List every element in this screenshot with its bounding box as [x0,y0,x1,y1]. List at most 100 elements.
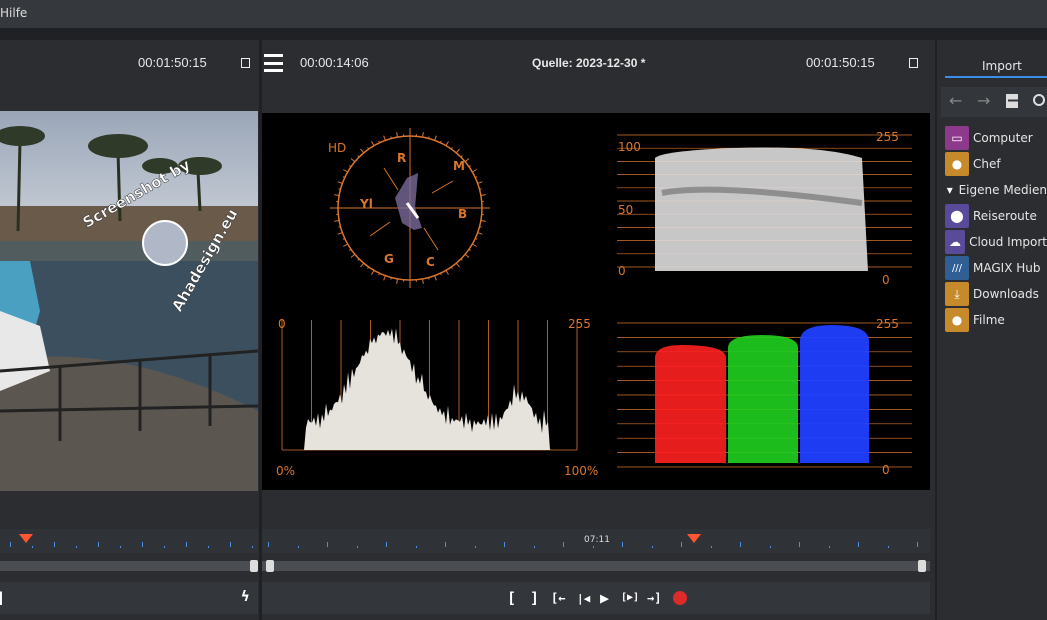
program-monitor-video[interactable]: Screenshot by Ahadesign.eu [0,111,258,491]
ruler-tick [593,546,594,548]
program-playhead-marker[interactable] [19,534,33,543]
fullscreen-left-button[interactable] [241,58,250,68]
ruler-time-label: 07:11 [584,535,610,545]
graticule-line [391,278,392,280]
ruler-tick [829,546,830,548]
parade-tick-0: 0 [882,463,890,477]
program-duration: 00:01:50:15 [138,55,207,70]
ruler-tick [120,546,121,548]
waveform-tick-right-0: 0 [882,273,890,287]
tab-import[interactable]: Import [982,59,1022,73]
ruler-tick [475,546,476,548]
sidebar-item[interactable]: ● Filme [945,308,1047,332]
graticule-line [372,141,375,145]
source-title: Quelle: 2023-12-30 * [532,56,645,70]
graticule-line [339,189,341,190]
graticule-line [361,263,364,267]
graticule-line [456,263,459,267]
ruler-tick [504,542,505,547]
graticule-line [429,278,430,280]
go-to-out-button[interactable]: →] [647,591,661,605]
menu-help[interactable]: Hilfe [0,6,27,20]
waveform-tick-50: 50 [618,203,633,217]
source-controls [262,582,930,614]
sidebar-item[interactable]: ⬤ Reiseroute [945,204,1047,228]
ruler-tick [357,546,358,548]
graticule-line [391,137,392,139]
ruler-tick [740,542,741,547]
ruler-tick [445,542,446,547]
go-to-in-button[interactable]: [← [551,591,565,605]
ruler-tick [917,542,918,547]
graticule-line [461,259,462,260]
parade-blue [800,325,869,463]
histogram-label-0: 0 [278,317,286,331]
ruler-tick [164,546,165,548]
source-scroll-handle-left[interactable] [266,560,274,572]
graticule-line [358,156,359,157]
ruler-tick [858,542,859,547]
mark-out-button[interactable]: ] [530,589,539,607]
vectorscope-target-c: C [426,255,435,269]
location-pin-icon: ⬤ [945,204,969,228]
active-tab-indicator [945,76,1047,78]
sidebar-item[interactable]: ▭ Computer [945,126,1047,150]
parade-green [728,335,798,463]
ruler-tick [386,542,387,547]
ruler-tick [681,542,682,547]
ruler-tick [268,542,269,547]
vectorscope-target-r: R [397,151,406,165]
cloud-icon: ☁ [945,230,965,254]
ruler-tick [10,542,11,547]
program-scrollbar[interactable] [0,561,258,571]
previous-frame-button[interactable]: |◀ [577,592,590,605]
vectorscope-target-b: B [458,207,467,221]
graticule-line [429,137,430,139]
program-ruler[interactable] [0,529,258,553]
play-button[interactable]: ▶ [600,589,609,607]
sidebar-item[interactable]: ⤓ Downloads [945,282,1047,306]
waveform: 100 50 0 255 0 [617,130,912,287]
graticule-line [384,136,386,141]
graticule-line [349,166,351,167]
user-icon: ● [945,308,969,332]
sidebar-item[interactable]: ● Chef [945,152,1047,176]
graticule-line [480,227,482,228]
graticule-line [368,147,369,149]
ruler-tick [711,546,712,548]
ruler-tick [142,542,143,547]
search-icon[interactable] [1033,94,1045,106]
source-playhead-marker[interactable] [687,534,701,543]
graticule-line [361,149,364,153]
graticule-line [451,147,452,149]
ruler-tick [186,542,187,547]
sidebar-item[interactable]: ▾ Eigene Medien [945,178,1047,202]
source-scrollbar[interactable] [262,561,930,571]
forward-arrow-icon[interactable]: → [977,91,990,110]
back-arrow-icon[interactable]: ← [949,91,962,110]
graticule-line [472,170,476,173]
folder-tree-icon[interactable] [1006,94,1018,108]
program-mark-out-button[interactable]: ] [0,589,5,607]
ruler-tick [208,546,209,548]
sidebar-item[interactable]: ///MAGIX Hub [945,256,1047,280]
graticule-line [338,182,343,184]
ruler-tick [770,546,771,548]
vectorscope-target-yl: Yl [359,197,373,211]
fullscreen-right-button[interactable] [909,58,918,68]
histogram-label-0-percent: 0% [276,464,295,478]
graticule-line [372,270,375,274]
program-scroll-handle[interactable] [250,560,258,572]
vectorscope-label: HD [328,141,346,155]
next-frame-button[interactable]: [▶] [621,592,639,603]
ruler-tick [230,542,231,547]
source-position: 00:00:14:06 [300,55,369,70]
sidebar-item[interactable]: ☁ Cloud Import [945,230,1047,254]
lightning-icon[interactable]: ϟ [241,589,249,605]
ruler-tick [888,546,889,548]
graticule-line [343,170,347,173]
source-scroll-handle-right[interactable] [918,560,926,572]
mark-in-button[interactable]: [ [507,589,516,607]
record-button[interactable] [673,591,687,605]
menu-icon[interactable] [264,54,283,72]
